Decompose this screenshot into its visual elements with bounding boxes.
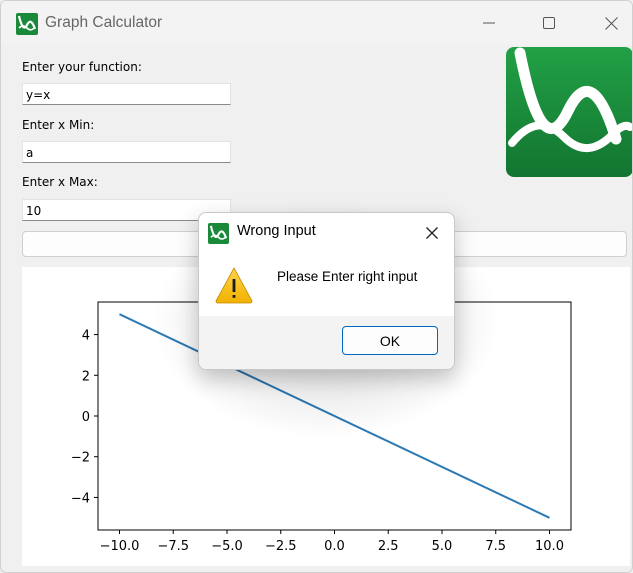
x-tick-label: 0.0: [324, 539, 345, 554]
maximize-icon: [543, 17, 555, 29]
y-tick-label: 4: [82, 329, 90, 344]
x-tick-label: −10.0: [100, 539, 140, 554]
function-label: Enter your function:: [22, 60, 142, 74]
main-window: Graph Calculator Enter your function: y=…: [0, 0, 633, 573]
close-icon: [604, 16, 618, 30]
x-tick-label: 2.5: [378, 539, 399, 554]
title-bar: Graph Calculator: [1, 1, 632, 45]
y-tick-label: −4: [71, 491, 90, 506]
window-title: Graph Calculator: [45, 14, 163, 31]
x-tick-label: 7.5: [485, 539, 506, 554]
maximize-button[interactable]: [526, 1, 572, 45]
x-tick-label: 10.0: [535, 539, 564, 554]
graph-calculator-logo-icon: [506, 47, 632, 177]
x-tick-label: 5.0: [432, 539, 453, 554]
minimize-button[interactable]: [466, 1, 512, 45]
wrong-input-dialog: Wrong Input Please Enter right input OK: [198, 212, 455, 370]
app-logo-icon: [208, 223, 229, 244]
xmin-label: Enter x Min:: [22, 118, 95, 132]
y-tick-label: 2: [82, 369, 90, 384]
xmax-label: Enter x Max:: [22, 175, 98, 189]
close-window-button[interactable]: [588, 1, 632, 45]
y-tick-label: −2: [71, 451, 90, 466]
close-icon: [426, 227, 438, 239]
app-logo-icon: [16, 13, 38, 35]
xmin-input[interactable]: a: [22, 141, 231, 163]
x-tick-label: −2.5: [265, 539, 297, 554]
dialog-footer: OK: [199, 316, 454, 369]
dialog-close-button[interactable]: [417, 220, 447, 246]
dialog-message: Please Enter right input: [277, 269, 418, 284]
warning-icon: [215, 267, 253, 304]
function-input[interactable]: y=x: [22, 83, 231, 105]
x-tick-label: −7.5: [157, 539, 189, 554]
dialog-title: Wrong Input: [237, 223, 316, 239]
ok-button[interactable]: OK: [342, 326, 438, 355]
minimize-icon: [483, 22, 495, 24]
y-tick-label: 0: [82, 410, 90, 425]
x-tick-label: −5.0: [211, 539, 243, 554]
